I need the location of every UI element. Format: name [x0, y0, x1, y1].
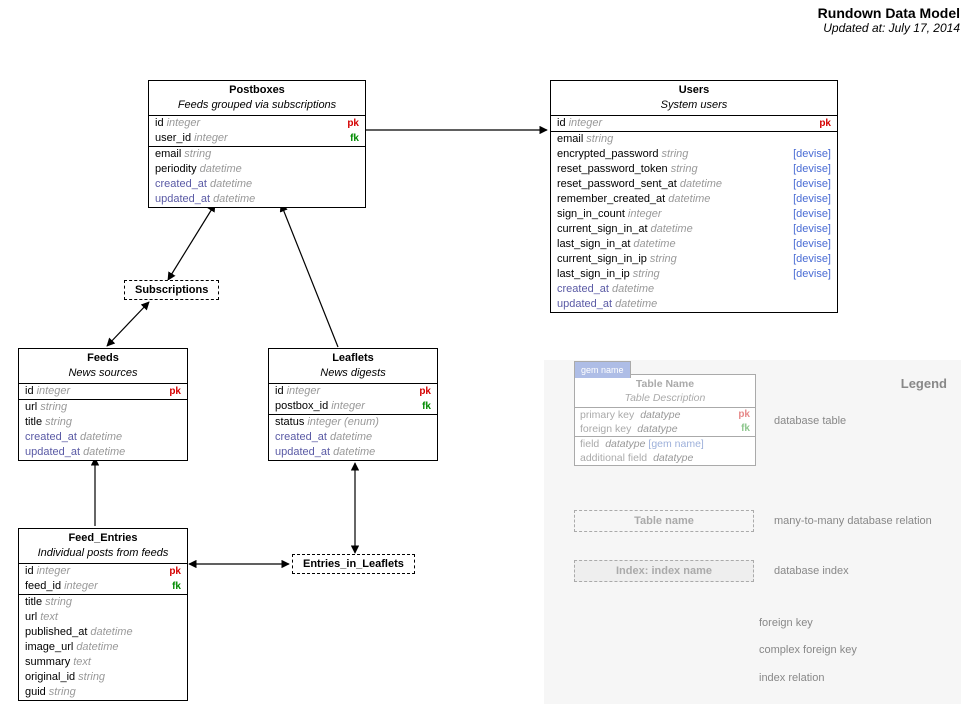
table-title: Feeds	[25, 351, 181, 366]
table-row: encrypted_passwordstring[devise]	[551, 147, 837, 162]
table-row: emailstring	[551, 132, 837, 147]
table-row: last_sign_in_atdatetime[devise]	[551, 237, 837, 252]
legend-title: Legend	[901, 376, 947, 391]
table-row: current_sign_in_ipstring[devise]	[551, 252, 837, 267]
table-keys: idintegerpkfeed_idintegerfk	[19, 564, 187, 595]
table-row: updated_atdatetime	[19, 445, 187, 460]
table-row: sign_in_countinteger[devise]	[551, 207, 837, 222]
legend-label-db-table: database table	[774, 415, 846, 427]
legend-table-example: gem name Table Name Table Description pr…	[574, 374, 756, 466]
table-row: titlestring	[19, 595, 187, 610]
legend-index-box: Index: index name	[574, 560, 754, 582]
legend-label-db-index: database index	[774, 565, 849, 577]
legend-panel: Legend gem name Table Name Table Descrip…	[544, 360, 961, 704]
table-row: published_atdatetime	[19, 625, 187, 640]
table-row: guidstring	[19, 685, 187, 700]
table-row: idintegerpk	[19, 564, 187, 579]
table-leaflets: Leaflets News digests idintegerpkpostbox…	[268, 348, 438, 461]
table-row: perioditydatetime	[149, 162, 365, 177]
table-row: urltext	[19, 610, 187, 625]
table-row: created_atdatetime	[269, 430, 437, 445]
table-row: idintegerpk	[551, 116, 837, 131]
table-desc: Individual posts from feeds	[25, 546, 181, 561]
table-row: idintegerpk	[19, 384, 187, 399]
page-title: Rundown Data Model	[818, 5, 960, 21]
table-title: Postboxes	[155, 83, 359, 98]
table-fields: statusinteger (enum)created_atdatetimeup…	[269, 415, 437, 460]
table-row: last_sign_in_ipstring[devise]	[551, 267, 837, 282]
table-title: Feed_Entries	[25, 531, 181, 546]
table-row: remember_created_atdatetime[devise]	[551, 192, 837, 207]
table-row: emailstring	[149, 147, 365, 162]
table-row: image_urldatetime	[19, 640, 187, 655]
table-title: Users	[557, 83, 831, 98]
table-desc: News digests	[275, 366, 431, 381]
table-row: updated_atdatetime	[269, 445, 437, 460]
table-row: updated_atdatetime	[551, 297, 837, 312]
table-fields: emailstringencrypted_passwordstring[devi…	[551, 132, 837, 312]
table-row: reset_password_sent_atdatetime[devise]	[551, 177, 837, 192]
table-row: statusinteger (enum)	[269, 415, 437, 430]
table-row: created_atdatetime	[551, 282, 837, 297]
table-row: postbox_idintegerfk	[269, 399, 437, 414]
table-users: Users System users idintegerpk emailstri…	[550, 80, 838, 313]
table-fields: titlestringurltextpublished_atdatetimeim…	[19, 595, 187, 700]
table-desc: System users	[557, 98, 831, 113]
table-row: reset_password_tokenstring[devise]	[551, 162, 837, 177]
table-row: urlstring	[19, 400, 187, 415]
legend-label-m2m: many-to-many database relation	[774, 515, 932, 527]
table-row: idintegerpk	[149, 116, 365, 131]
legend-relation-box: Table name	[574, 510, 754, 532]
table-keys: idintegerpk	[551, 116, 837, 132]
table-row: user_idintegerfk	[149, 131, 365, 146]
page-header: Rundown Data Model Updated at: July 17, …	[818, 5, 960, 35]
legend-gem-tab: gem name	[574, 361, 631, 378]
table-row: updated_atdatetime	[149, 192, 365, 207]
table-row: idintegerpk	[269, 384, 437, 399]
table-row: feed_idintegerfk	[19, 579, 187, 594]
table-keys: idintegerpk	[19, 384, 187, 400]
table-row: original_idstring	[19, 670, 187, 685]
table-fields: emailstringperioditydatetimecreated_atda…	[149, 147, 365, 207]
table-row: summarytext	[19, 655, 187, 670]
table-fields: urlstringtitlestringcreated_atdatetimeup…	[19, 400, 187, 460]
table-keys: idintegerpkuser_idintegerfk	[149, 116, 365, 147]
table-desc: News sources	[25, 366, 181, 381]
table-row: current_sign_in_atdatetime[devise]	[551, 222, 837, 237]
legend-label-cfk: complex foreign key	[759, 644, 857, 656]
legend-label-fk: foreign key	[759, 617, 813, 629]
legend-label-idx: index relation	[759, 672, 824, 684]
table-feeds: Feeds News sources idintegerpk urlstring…	[18, 348, 188, 461]
page-subtitle: Updated at: July 17, 2014	[818, 21, 960, 35]
table-keys: idintegerpkpostbox_idintegerfk	[269, 384, 437, 415]
relation-entries-in-leaflets: Entries_in_Leaflets	[292, 554, 415, 574]
relation-subscriptions: Subscriptions	[124, 280, 219, 300]
table-title: Leaflets	[275, 351, 431, 366]
table-postboxes: Postboxes Feeds grouped via subscription…	[148, 80, 366, 208]
table-desc: Feeds grouped via subscriptions	[155, 98, 359, 113]
table-feed-entries: Feed_Entries Individual posts from feeds…	[18, 528, 188, 701]
table-row: titlestring	[19, 415, 187, 430]
table-row: created_atdatetime	[19, 430, 187, 445]
table-row: created_atdatetime	[149, 177, 365, 192]
